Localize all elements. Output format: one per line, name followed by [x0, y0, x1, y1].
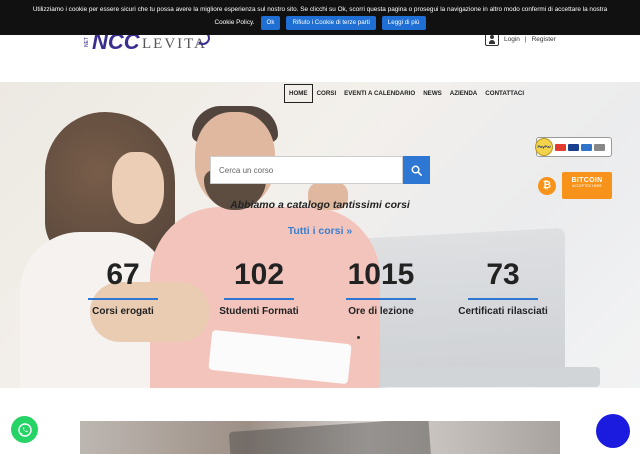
paypal-seal-icon: PayPal: [535, 138, 553, 156]
stat-value: 1015: [347, 258, 415, 291]
bank-card-icon: [594, 143, 605, 151]
nav-company[interactable]: AZIENDA: [446, 85, 482, 102]
hero-tagline: Abbiamo a catalogo tantissimi corsi: [230, 199, 410, 211]
bitcoin-badge: ₿ BITCOIN ACCEPTED HERE: [538, 172, 612, 199]
page: Utilizziamo i cookie per essere sicuri c…: [0, 0, 640, 454]
stat-value: 73: [486, 258, 520, 291]
main-nav: HOME CORSI EVENTI A CALENDARIO NEWS AZIE…: [284, 84, 528, 103]
bitcoin-icon: ₿: [538, 176, 556, 195]
stat-underline: [468, 298, 538, 300]
bitcoin-accepted-box: BITCOIN ACCEPTED HERE: [562, 172, 612, 199]
stat-label: Ore di lezione: [348, 306, 414, 317]
nav-news[interactable]: NEWS: [419, 85, 446, 102]
search-button[interactable]: [403, 156, 430, 184]
cookie-banner: Utilizziamo i cookie per essere sicuri c…: [0, 0, 640, 35]
nav-contact[interactable]: CONTATTACI: [481, 85, 528, 102]
register-link[interactable]: Register: [532, 36, 556, 43]
chat-button[interactable]: [596, 414, 630, 448]
paypal-badge: PayPal: [535, 137, 612, 157]
section-preview-image: [80, 421, 560, 454]
stat-label: Studenti Formati: [219, 306, 299, 317]
stat-hours: 1015 Ore di lezione: [316, 258, 446, 317]
auth-separator: |: [524, 35, 527, 43]
stat-value: 102: [233, 258, 285, 291]
cookie-ok-button[interactable]: Ok: [260, 16, 281, 30]
amex-icon: [581, 143, 592, 151]
search-icon: [411, 165, 422, 176]
stat-underline: [88, 298, 158, 300]
cookie-read-more-button[interactable]: Leggi di più: [381, 16, 426, 30]
preview-laptop-shape: [228, 421, 432, 454]
search-input[interactable]: [210, 156, 403, 184]
stat-students: 102 Studenti Formati: [194, 258, 324, 317]
course-search: [210, 156, 430, 184]
visa-icon: [568, 143, 579, 151]
stat-label: Certificati rilasciati: [458, 306, 548, 317]
nav-events[interactable]: EVENTI A CALENDARIO: [340, 85, 419, 102]
stat-certificates: 73 Certificati rilasciati: [438, 258, 568, 317]
stat-underline: [346, 298, 416, 300]
login-link[interactable]: Login: [504, 36, 520, 43]
mastercard-icon: [555, 143, 566, 151]
all-courses-link[interactable]: Tutti i corsi »: [0, 225, 640, 237]
site-logo[interactable]: NET NCC LEVITA: [84, 29, 214, 55]
stat-label: Corsi erogati: [92, 306, 154, 317]
cookie-text: Utilizziamo i cookie per essere sicuri c…: [32, 6, 608, 13]
hero-section: Abbiamo a catalogo tantissimi corsi Tutt…: [0, 82, 640, 388]
carousel-dot[interactable]: [357, 336, 360, 339]
stat-value: 67: [106, 258, 140, 291]
logo-vertical-text: NET: [84, 37, 90, 47]
cookie-reject-button[interactable]: Rifiuto i Cookie di terze parti: [286, 16, 376, 30]
bitcoin-sublabel: ACCEPTED HERE: [572, 184, 602, 188]
whatsapp-button[interactable]: [11, 416, 38, 443]
bitcoin-label: BITCOIN: [571, 177, 603, 184]
whatsapp-icon: [17, 422, 32, 437]
stat-courses: 67 Corsi erogati: [58, 258, 188, 317]
nav-courses[interactable]: CORSI: [313, 85, 341, 102]
nav-home[interactable]: HOME: [284, 84, 313, 103]
stat-underline: [224, 298, 294, 300]
cookie-policy-text: Cookie Policy.: [214, 19, 255, 26]
